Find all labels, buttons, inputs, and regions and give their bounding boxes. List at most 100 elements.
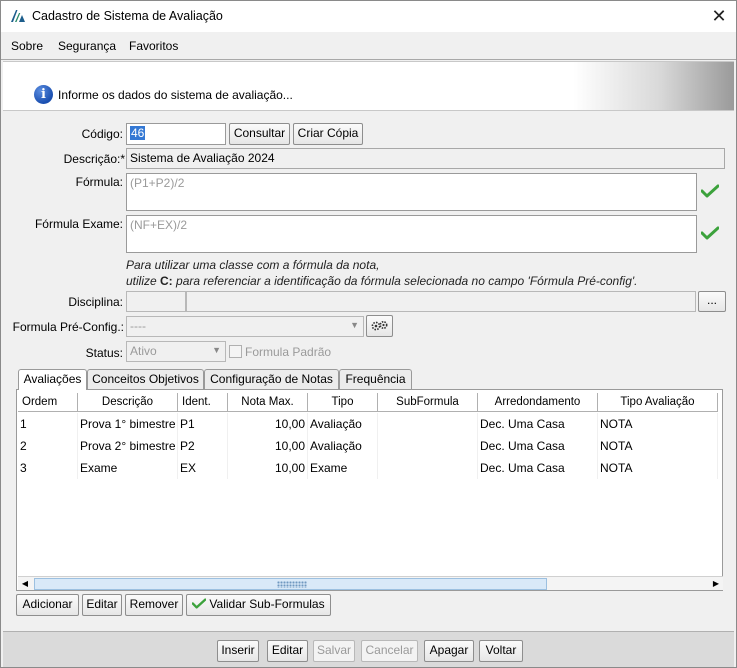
table-row[interactable]: 3 Exame EX 10,00 Exame Dec. Uma Casa NOT… bbox=[17, 457, 722, 479]
table-row[interactable]: 1 Prova 1° bimestre P1 10,00 Avaliação D… bbox=[17, 413, 722, 435]
cell-tipo-avaliacao: NOTA bbox=[598, 435, 718, 457]
cell-descricao: Prova 1° bimestre bbox=[78, 413, 178, 435]
validar-label: Validar Sub-Formulas bbox=[209, 597, 325, 611]
banner-text: Informe os dados do sistema de avaliação… bbox=[58, 88, 293, 102]
hint-line-1: Para utilizar uma classe com a fórmula d… bbox=[126, 258, 380, 272]
formula-preconfig-select[interactable]: ---- ▼ bbox=[126, 316, 364, 337]
column-header-tipo[interactable]: Tipo bbox=[308, 393, 378, 412]
cell-descricao: Prova 2° bimestre bbox=[78, 435, 178, 457]
descricao-input[interactable]: Sistema de Avaliação 2024 bbox=[126, 148, 725, 169]
voltar-button[interactable]: Voltar bbox=[479, 640, 523, 662]
consultar-label: Consultar bbox=[233, 126, 286, 140]
validar-sub-formulas-button[interactable]: Validar Sub-Formulas bbox=[186, 594, 331, 616]
scrollbar-thumb[interactable] bbox=[34, 578, 547, 590]
column-header-nota-max[interactable]: Nota Max. bbox=[228, 393, 308, 412]
cell-nota-max: 10,00 bbox=[228, 457, 308, 479]
cell-tipo-avaliacao: NOTA bbox=[598, 413, 718, 435]
formula-preconfig-value: ---- bbox=[130, 319, 146, 333]
tab-frequencia[interactable]: Frequência bbox=[339, 369, 412, 389]
cell-nota-max: 10,00 bbox=[228, 413, 308, 435]
cell-ordem: 1 bbox=[18, 413, 78, 435]
formula-exame-valid-check-icon bbox=[701, 226, 719, 240]
info-banner: i Informe os dados do sistema de avaliaç… bbox=[3, 61, 734, 111]
table-header: Ordem Descrição Ident. Nota Max. Tipo Su… bbox=[17, 393, 722, 412]
editar-button[interactable]: Editar bbox=[267, 640, 308, 662]
apagar-button[interactable]: Apagar bbox=[424, 640, 474, 662]
status-value: Ativo bbox=[130, 344, 157, 358]
column-header-ident[interactable]: Ident. bbox=[178, 393, 228, 412]
column-header-ordem[interactable]: Ordem bbox=[18, 393, 78, 412]
title-bar: Cadastro de Sistema de Avaliação ✕ bbox=[1, 1, 736, 32]
cell-arredondamento: Dec. Uma Casa bbox=[478, 435, 598, 457]
grip-icon bbox=[277, 581, 307, 588]
cell-tipo: Exame bbox=[308, 457, 378, 479]
formula-padrao-label: Formula Padrão bbox=[245, 345, 332, 359]
tab-avaliacoes[interactable]: Avaliações bbox=[18, 369, 87, 390]
chevron-down-icon: ▼ bbox=[212, 345, 221, 355]
formula-label: Fórmula: bbox=[75, 175, 123, 189]
cell-subformula bbox=[378, 413, 478, 435]
formula-preconfig-label: Formula Pré-Config.: bbox=[12, 320, 124, 334]
descricao-label: Descrição:* bbox=[63, 152, 125, 166]
table-row[interactable]: 2 Prova 2° bimestre P2 10,00 Avaliação D… bbox=[17, 435, 722, 457]
cell-tipo-avaliacao: NOTA bbox=[598, 457, 718, 479]
scroll-right-arrow-icon[interactable]: ▶ bbox=[709, 577, 723, 591]
column-header-subformula[interactable]: SubFormula bbox=[378, 393, 478, 412]
window-title: Cadastro de Sistema de Avaliação bbox=[32, 9, 223, 23]
cell-ident: EX bbox=[178, 457, 228, 479]
menu-favoritos[interactable]: Favoritos bbox=[129, 39, 178, 53]
cell-subformula bbox=[378, 457, 478, 479]
remover-button[interactable]: Remover bbox=[125, 594, 183, 616]
formula-exame-label: Fórmula Exame: bbox=[34, 217, 123, 231]
cell-tipo: Avaliação bbox=[308, 435, 378, 457]
footer-bar: Inserir Editar Salvar Cancelar Apagar Vo… bbox=[3, 631, 734, 667]
menu-bar: Sobre Segurança Favoritos bbox=[1, 32, 736, 60]
avaliacoes-table[interactable]: Ordem Descrição Ident. Nota Max. Tipo Su… bbox=[16, 389, 723, 591]
criar-copia-label: Criar Cópia bbox=[297, 126, 359, 140]
app-logo-icon bbox=[11, 10, 25, 22]
close-icon[interactable]: ✕ bbox=[706, 4, 732, 28]
disciplina-code-input[interactable] bbox=[126, 291, 186, 312]
consultar-button[interactable]: Consultar bbox=[229, 123, 290, 145]
column-header-descricao[interactable]: Descrição bbox=[78, 393, 178, 412]
codigo-label: Código: bbox=[81, 127, 123, 141]
codigo-input[interactable]: 46 bbox=[126, 123, 226, 145]
inserir-button[interactable]: Inserir bbox=[217, 640, 259, 662]
cell-tipo: Avaliação bbox=[308, 413, 378, 435]
cell-nota-max: 10,00 bbox=[228, 435, 308, 457]
status-select[interactable]: Ativo ▼ bbox=[126, 341, 226, 362]
disciplina-search-button[interactable]: ... bbox=[698, 291, 726, 312]
formula-textarea[interactable]: (P1+P2)/2 bbox=[126, 173, 697, 211]
status-label: Status: bbox=[85, 346, 123, 360]
tab-configuracao-de-notas[interactable]: Configuração de Notas bbox=[204, 369, 339, 389]
window: Cadastro de Sistema de Avaliação ✕ Sobre… bbox=[0, 0, 737, 668]
cell-arredondamento: Dec. Uma Casa bbox=[478, 457, 598, 479]
hint-line-2: utilize C: para referenciar a identifica… bbox=[126, 274, 638, 288]
codigo-value: 46 bbox=[130, 126, 146, 140]
tab-conceitos-objetivos[interactable]: Conceitos Objetivos bbox=[87, 369, 204, 389]
disciplina-name-input[interactable] bbox=[186, 291, 696, 312]
disciplina-label: Disciplina: bbox=[68, 295, 123, 309]
info-icon: i bbox=[34, 85, 53, 104]
chevron-down-icon: ▼ bbox=[350, 320, 359, 330]
adicionar-button[interactable]: Adicionar bbox=[16, 594, 79, 616]
cell-arredondamento: Dec. Uma Casa bbox=[478, 413, 598, 435]
cell-ident: P2 bbox=[178, 435, 228, 457]
cell-ident: P1 bbox=[178, 413, 228, 435]
gears-icon bbox=[371, 320, 388, 331]
criar-copia-button[interactable]: Criar Cópia bbox=[293, 123, 363, 145]
menu-sobre[interactable]: Sobre bbox=[11, 39, 43, 53]
cancelar-button[interactable]: Cancelar bbox=[361, 640, 418, 662]
column-header-tipo-avaliacao[interactable]: Tipo Avaliação bbox=[598, 393, 718, 412]
formula-exame-textarea[interactable]: (NF+EX)/2 bbox=[126, 215, 697, 253]
column-header-arredondamento[interactable]: Arredondamento bbox=[478, 393, 598, 412]
editar-row-button[interactable]: Editar bbox=[82, 594, 122, 616]
menu-seguranca[interactable]: Segurança bbox=[58, 39, 116, 53]
scroll-left-arrow-icon[interactable]: ◀ bbox=[18, 577, 32, 591]
salvar-button[interactable]: Salvar bbox=[313, 640, 355, 662]
formula-padrao-checkbox[interactable] bbox=[229, 345, 242, 358]
cell-subformula bbox=[378, 435, 478, 457]
horizontal-scrollbar[interactable]: ◀ ▶ bbox=[18, 576, 723, 590]
cell-ordem: 2 bbox=[18, 435, 78, 457]
preconfig-settings-button[interactable] bbox=[366, 315, 393, 337]
